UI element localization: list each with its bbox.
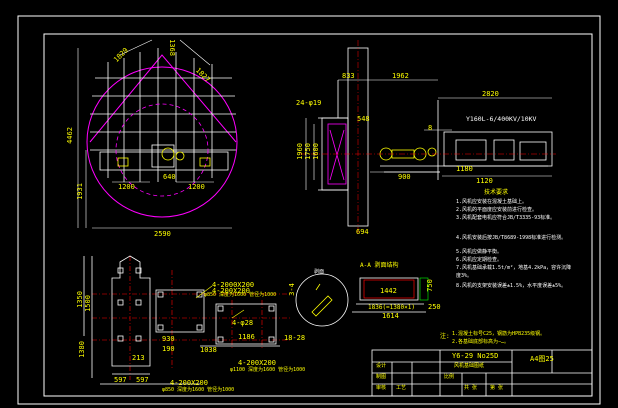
note-item-3: 3.风机配套电机应符合JB/T3335-93标准。 bbox=[456, 215, 556, 221]
side-dim-bolts: 24-φ19 bbox=[296, 99, 322, 107]
found-dim-1038: 1038 bbox=[200, 346, 217, 354]
found-dim-930: 930 bbox=[162, 335, 175, 343]
side-dim-833: 833 bbox=[342, 72, 355, 80]
title-subtitle: 风机基础图纸 bbox=[454, 363, 485, 369]
title-cell-scale: 比例 bbox=[444, 374, 455, 380]
found-note-pipe-a: φ850 深度为1600 管径为1000 bbox=[204, 292, 277, 298]
note-item-1: 1.风机应安装在混凝土基础上。 bbox=[456, 199, 528, 205]
side-dim-694: 694 bbox=[356, 228, 369, 236]
front-dim-1200-right: 1200 bbox=[188, 183, 205, 191]
motor-label: Y160L-6/400KV/10KV bbox=[466, 115, 537, 123]
found-note-pipe-b: φ1100 深度为1600 管径为1000 bbox=[230, 367, 306, 373]
found-dim-597b: 597 bbox=[136, 376, 149, 384]
detail-circle bbox=[295, 273, 349, 327]
front-dim-640: 640 bbox=[163, 173, 176, 181]
title-row-4: 工艺 bbox=[396, 385, 407, 391]
found-dim-3-4: 3-4 bbox=[287, 283, 296, 296]
section-a-dim-1836: 1836(=1380×1) bbox=[368, 304, 415, 311]
found-dim-597a: 597 bbox=[114, 376, 127, 384]
front-dim-2590: 2590 bbox=[154, 230, 171, 238]
note-item-5: 5.风机应做静平衡。 bbox=[456, 249, 503, 255]
side-dim-900: 900 bbox=[398, 173, 411, 181]
section-a-dim-250: 250 bbox=[428, 303, 441, 311]
notes-title: 技术要求 bbox=[484, 189, 509, 196]
found-dim-1380: 1380 bbox=[77, 341, 86, 358]
footnote-mark: 注: bbox=[440, 333, 450, 340]
side-dim-1960: 1960 bbox=[295, 143, 304, 160]
note-item-7b: 度3%。 bbox=[456, 273, 473, 279]
section-a-dim-1442: 1442 bbox=[380, 287, 397, 295]
side-dim-1600: 1600 bbox=[311, 143, 320, 160]
title-drawing-no: A4图25 bbox=[530, 355, 554, 363]
found-dim-213: 213 bbox=[132, 354, 145, 362]
section-a-dim-750: 750 bbox=[425, 279, 434, 292]
found-dim-190: 190 bbox=[162, 345, 175, 353]
note-item-2: 2.风机的平面度应安装前进行检查。 bbox=[456, 207, 538, 213]
found-note-c: 4-200X200 bbox=[170, 379, 208, 387]
title-row-3: 审核 bbox=[376, 385, 387, 391]
title-row-2: 制图 bbox=[376, 374, 387, 380]
title-model: Y6-29 No25D bbox=[452, 352, 499, 360]
front-dim-1368: 1368 bbox=[167, 39, 176, 56]
side-dim-1962: 1962 bbox=[392, 72, 409, 80]
side-dim-1750: 1750 bbox=[303, 143, 312, 160]
note-item-4: 4.风机安装后按JB/T8689-1998标准进行检测。 bbox=[456, 235, 567, 241]
front-dim-1931: 1931 bbox=[75, 183, 84, 200]
note-item-6: 6.风机应定期检查。 bbox=[456, 257, 503, 263]
found-dim-1350: 1350 bbox=[75, 291, 84, 308]
note-item-7: 7.风机基础承载1.5t/m²，地基4.2kPa，容许沉降 bbox=[456, 265, 572, 271]
side-dim-1180: 1180 bbox=[456, 165, 473, 173]
found-note-b: 4-200X200 bbox=[238, 359, 276, 367]
footnote-1: 1.混凝土标号C25，钢筋为HPB235级钢。 bbox=[452, 331, 546, 337]
footnote-2: 2.各基础底部标高为−…。 bbox=[452, 339, 510, 345]
found-note-pipe-c: φ850 深度为1600 管径为1000 bbox=[162, 387, 235, 393]
found-dim-18-28: 18-28 bbox=[284, 334, 306, 342]
front-dim-1200-left: 1200 bbox=[118, 183, 135, 191]
title-cell-sheet: 第 张 bbox=[490, 385, 504, 391]
side-dim-548: 548 bbox=[357, 115, 370, 123]
found-dim-1186: 1186 bbox=[238, 333, 255, 341]
found-dim-4-28: 4-φ28 bbox=[232, 319, 254, 327]
note-item-8: 8.风机的支架安装误差±1.5%，水平度误差±5%。 bbox=[456, 283, 567, 289]
title-cell-total: 共 张 bbox=[464, 385, 478, 391]
side-dim-2820: 2820 bbox=[482, 90, 499, 98]
front-dim-4462: 4462 bbox=[65, 127, 74, 144]
fan-front-view bbox=[77, 39, 238, 229]
detail-circle-label: 剥面 bbox=[314, 269, 325, 275]
section-a-title: A-A 剥面结构 bbox=[360, 262, 399, 269]
section-a-dim-1614: 1614 bbox=[382, 312, 399, 320]
title-row-1: 设计 bbox=[376, 363, 387, 369]
side-dim-1120: 1120 bbox=[476, 177, 493, 185]
side-dim-8: 8 bbox=[428, 124, 433, 132]
found-dim-1500: 1500 bbox=[83, 295, 92, 312]
